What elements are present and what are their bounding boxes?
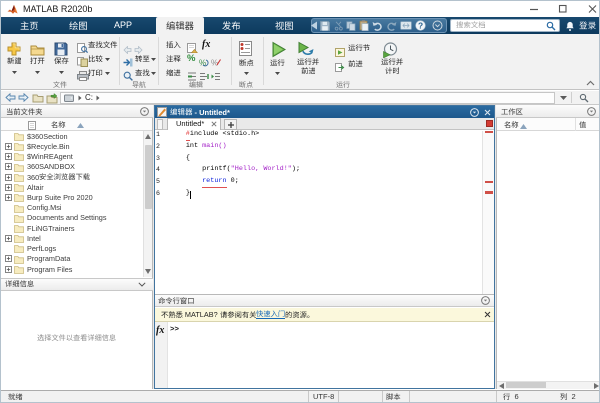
svg-text:?: ? — [418, 20, 423, 30]
svg-text:%: % — [211, 59, 218, 68]
